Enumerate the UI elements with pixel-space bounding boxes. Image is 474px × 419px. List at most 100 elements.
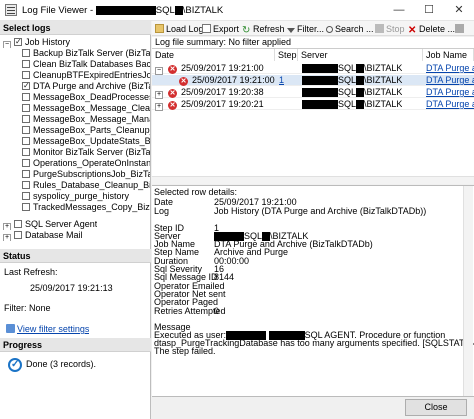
log-file-summary: Log file summary: No filter applied <box>152 37 474 48</box>
tree-job-item[interactable]: Backup BizTalk Server (BizTalkMgm <box>22 48 150 59</box>
job-checkbox[interactable] <box>22 81 30 91</box>
job-checkbox[interactable] <box>22 203 30 211</box>
maximize-button[interactable]: ☐ <box>414 0 444 21</box>
row-date: 25/09/2017 19:21:00 <box>181 63 264 73</box>
row-date: 25/09/2017 19:20:21 <box>181 99 264 109</box>
job-checkbox[interactable] <box>22 148 30 156</box>
job-label: Monitor BizTalk Server (BizTalkMgm <box>33 147 150 157</box>
left-panel: Select logs −Job History Backup BizTalk … <box>0 21 151 419</box>
tree-job-item[interactable]: TrackedMessages_Copy_BizTalkMsgB <box>22 202 150 213</box>
log-grid[interactable]: Date Step ID Server Job Name −✕ 25/09/201… <box>152 48 474 183</box>
job-label: Clean BizTalk Databases Backup s f <box>33 59 150 69</box>
tree-job-item[interactable]: CleanupBTFExpiredEntriesJob_BizTa <box>22 70 150 81</box>
table-row[interactable]: ✕ 25/09/2017 19:21:00 1 SQL \BIZTALK DTA Purg… <box>152 75 474 86</box>
tree-job-item[interactable]: MessageBox_Message_ManageRef <box>22 114 150 125</box>
progress-header: Progress <box>0 338 151 352</box>
folder-open-icon <box>155 24 164 33</box>
detail-log-value: Job History (DTA Purge and Archive (BizT… <box>214 206 427 216</box>
search-icon <box>326 26 333 33</box>
job-checkbox[interactable] <box>22 170 30 178</box>
tree-job-item[interactable]: syspolicy_purge_history <box>22 191 150 202</box>
export-button[interactable]: Export <box>202 23 239 35</box>
minimize-button[interactable]: — <box>384 0 414 21</box>
delete-button[interactable]: ✕ Delete ... <box>408 23 455 36</box>
toolbar: Load Log Export ↻ Refresh Filter... Searc… <box>152 21 474 36</box>
tree-job-item[interactable]: MessageBox_Message_Cleanup_Biz <box>22 103 150 114</box>
close-button[interactable]: Close <box>405 399 467 416</box>
row-expander[interactable]: + <box>155 87 166 99</box>
filter-button[interactable]: Filter... <box>287 23 324 35</box>
column-header-step-id[interactable]: Step ID <box>275 49 298 61</box>
row-job-name[interactable]: DTA Purge and <box>426 75 474 86</box>
tree-job-item[interactable]: MessageBox_Parts_Cleanup_BizTa <box>22 125 150 136</box>
column-header-date[interactable]: Date <box>152 49 275 61</box>
job-checkbox[interactable] <box>22 159 30 167</box>
grid-horizontal-scrollbar[interactable] <box>152 176 474 184</box>
toolbar-overflow-button[interactable] <box>455 23 469 35</box>
tree-job-item[interactable]: Rules_Database_Cleanup_BizTalkR <box>22 180 150 191</box>
tree-job-item[interactable]: PurgeSubscriptionsJob_BizTalkMsgB <box>22 169 150 180</box>
job-checkbox[interactable] <box>22 49 30 57</box>
details-vertical-scrollbar[interactable] <box>463 186 473 396</box>
tree-job-item[interactable]: Clean BizTalk Databases Backup s f <box>22 59 150 70</box>
column-header-job-name[interactable]: Job Name <box>423 49 474 61</box>
view-filter-settings-link[interactable]: View filter settings <box>6 324 89 335</box>
detail-message-line-3: The step failed. <box>154 346 216 356</box>
tree-job-item[interactable]: DTA Purge and Archive (BizTalkDTA <box>22 81 150 92</box>
job-checkbox[interactable] <box>22 181 30 189</box>
job-label: DTA Purge and Archive (BizTalkDTA <box>33 81 150 91</box>
checkbox-job-history[interactable] <box>14 37 22 47</box>
row-server: SQL \BIZTALK <box>302 75 402 86</box>
row-step-id[interactable]: 1 <box>279 75 284 86</box>
job-checkbox[interactable] <box>22 137 30 145</box>
table-row[interactable]: + ✕ 25/09/2017 19:20:21 SQL \BIZTALK DTA Purg… <box>152 99 474 111</box>
tree-sql-server-agent[interactable]: + SQL Server Agent <box>3 219 97 230</box>
checkbox-sql-server-agent[interactable] <box>14 220 22 228</box>
tree-job-item[interactable]: Monitor BizTalk Server (BizTalkMgm <box>22 147 150 158</box>
job-checkbox[interactable] <box>22 60 30 68</box>
details-header: Selected row details: <box>154 187 238 197</box>
job-checkbox[interactable] <box>22 104 30 112</box>
job-checkbox[interactable] <box>22 126 30 134</box>
table-row[interactable]: + ✕ 25/09/2017 19:20:38 SQL \BIZTALK DTA Purg… <box>152 87 474 99</box>
tree-job-item[interactable]: MessageBox_UpdateStats_BizTalkM <box>22 136 150 147</box>
error-icon: ✕ <box>168 65 177 74</box>
column-header-server[interactable]: Server <box>298 49 423 61</box>
load-log-button[interactable]: Load Log <box>155 23 204 35</box>
help-icon <box>455 24 464 33</box>
tree-database-mail[interactable]: + Database Mail <box>3 230 83 241</box>
row-date: 25/09/2017 19:20:38 <box>181 87 264 97</box>
expand-icon[interactable]: + <box>3 234 11 241</box>
search-button[interactable]: Search ... <box>326 23 374 35</box>
job-checkbox[interactable] <box>22 192 30 200</box>
job-label: MessageBox_UpdateStats_BizTalkM <box>33 136 150 146</box>
close-window-button[interactable]: ✕ <box>444 0 474 21</box>
row-server: SQL \BIZTALK <box>302 63 402 74</box>
refresh-button[interactable]: ↻ Refresh <box>242 23 285 36</box>
select-logs-header: Select logs <box>0 21 151 35</box>
row-job-name[interactable]: DTA Purge and <box>426 87 474 98</box>
checkbox-database-mail[interactable] <box>14 231 22 239</box>
row-job-name[interactable]: DTA Purge and <box>426 63 474 74</box>
collapse-icon[interactable]: − <box>3 41 11 48</box>
job-label: MessageBox_Message_Cleanup_Biz <box>33 103 150 113</box>
job-label: Operations_OperateOnInstances_O <box>33 158 150 168</box>
row-expander[interactable]: + <box>155 99 166 111</box>
tree-job-history[interactable]: −Job History <box>3 37 70 48</box>
expand-icon[interactable]: + <box>3 223 11 230</box>
title-bar: Log File Viewer - SQL \BIZTALK — ☐ ✕ <box>0 0 474 21</box>
job-checkbox[interactable] <box>22 71 30 79</box>
tree-job-item[interactable]: MessageBox_DeadProcesses_Clean <box>22 92 150 103</box>
job-label: Rules_Database_Cleanup_BizTalkR <box>33 180 150 190</box>
job-checkbox[interactable] <box>22 115 30 123</box>
refresh-icon: ↻ <box>242 25 251 36</box>
last-refresh-value: 25/09/2017 19:21:13 <box>30 283 113 293</box>
row-expander[interactable]: − <box>155 63 166 75</box>
row-job-name[interactable]: DTA Purge and <box>426 99 474 110</box>
stop-button[interactable]: Stop <box>375 23 405 35</box>
tree-job-item[interactable]: Operations_OperateOnInstances_O <box>22 158 150 169</box>
filter-funnel-icon <box>287 28 295 33</box>
stop-icon <box>375 24 384 33</box>
job-checkbox[interactable] <box>22 93 30 101</box>
table-row[interactable]: − ✕ 25/09/2017 19:21:00 SQL \BIZTALK DTA Purg… <box>152 63 474 75</box>
